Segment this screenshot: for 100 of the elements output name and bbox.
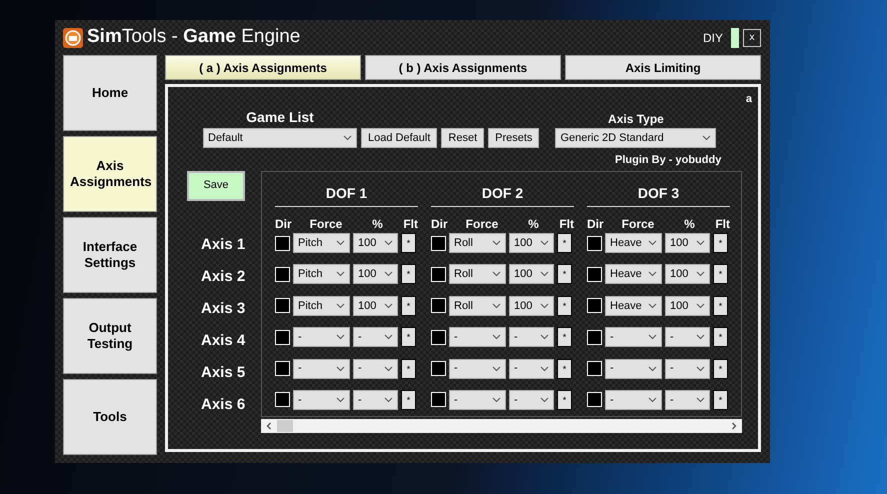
filter-button[interactable]: * — [557, 233, 572, 254]
percent-dropdown[interactable]: 100 — [665, 296, 710, 316]
game-list-dropdown[interactable]: Default — [203, 128, 357, 148]
chevron-down-icon — [336, 240, 345, 246]
percent-dropdown[interactable]: - — [665, 390, 710, 410]
force-dropdown[interactable]: Heave — [605, 264, 662, 284]
save-button[interactable]: Save — [187, 170, 245, 200]
filter-button[interactable]: * — [557, 327, 572, 348]
force-dropdown[interactable]: Heave — [605, 296, 662, 316]
checkbox[interactable] — [431, 330, 446, 345]
checkbox[interactable] — [431, 361, 446, 376]
percent-dropdown[interactable]: 100 — [665, 264, 710, 284]
filter-button[interactable]: * — [401, 327, 416, 348]
percent-dropdown[interactable]: 100 — [353, 233, 398, 254]
filter-button[interactable]: * — [557, 296, 572, 316]
checkbox[interactable] — [275, 392, 290, 408]
filter-button[interactable]: * — [401, 233, 416, 254]
close-button[interactable]: x — [743, 28, 761, 46]
column-header: Dir — [275, 216, 292, 234]
scroll-right-icon[interactable] — [730, 422, 738, 430]
checkbox[interactable] — [275, 298, 290, 314]
force-dropdown[interactable]: - — [449, 390, 506, 410]
percent-dropdown[interactable]: 100 — [665, 233, 710, 254]
checkbox[interactable] — [275, 236, 290, 251]
chevron-down-icon — [648, 240, 657, 246]
checkbox[interactable] — [587, 330, 602, 345]
force-dropdown[interactable]: Heave — [605, 233, 662, 254]
force-dropdown[interactable]: Roll — [449, 233, 506, 254]
percent-dropdown[interactable]: - — [665, 358, 710, 378]
force-dropdown[interactable]: Pitch — [293, 233, 350, 254]
sidebar-item[interactable]: Output Testing — [63, 298, 157, 374]
force-dropdown[interactable]: - — [605, 358, 662, 378]
tab[interactable]: Axis Limiting — [565, 55, 761, 80]
percent-dropdown[interactable]: 100 — [353, 296, 398, 316]
filter-button[interactable]: * — [401, 264, 416, 284]
column-header: Dir — [431, 216, 448, 234]
filter-button[interactable]: * — [557, 390, 572, 410]
sidebar-item[interactable]: Tools — [63, 379, 157, 455]
percent-dropdown[interactable]: 100 — [509, 233, 554, 254]
scroll-left-icon[interactable] — [265, 422, 273, 430]
action-button[interactable]: Presets — [488, 128, 540, 148]
percent-dropdown[interactable]: 100 — [509, 264, 554, 284]
filter-button[interactable]: * — [713, 264, 728, 284]
percent-dropdown[interactable]: 100 — [353, 264, 398, 284]
force-dropdown[interactable]: - — [449, 327, 506, 348]
checkbox[interactable] — [587, 298, 602, 314]
filter-button[interactable]: * — [401, 296, 416, 316]
checkbox[interactable] — [275, 361, 290, 376]
force-dropdown[interactable]: Roll — [449, 264, 506, 284]
percent-dropdown[interactable]: - — [509, 358, 554, 378]
filter-button[interactable]: * — [713, 327, 728, 348]
filter-button[interactable]: * — [713, 233, 728, 254]
tab[interactable]: ( b ) Axis Assignments — [365, 55, 561, 80]
checkbox[interactable] — [431, 298, 446, 314]
percent-dropdown[interactable]: - — [665, 327, 710, 348]
percent-dropdown[interactable]: - — [509, 390, 554, 410]
filter-button[interactable]: * — [557, 358, 572, 378]
checkbox[interactable] — [587, 392, 602, 408]
force-dropdown[interactable]: - — [605, 327, 662, 348]
checkbox[interactable] — [275, 266, 290, 282]
percent-dropdown[interactable]: - — [509, 327, 554, 348]
axis-label: Axis 3 — [201, 299, 246, 320]
column-header: Force — [310, 216, 342, 234]
checkbox[interactable] — [431, 266, 446, 282]
filter-button[interactable]: * — [401, 358, 416, 378]
checkbox[interactable] — [587, 361, 602, 376]
force-dropdown[interactable]: Pitch — [293, 264, 350, 284]
checkbox[interactable] — [275, 330, 290, 345]
filter-button[interactable]: * — [401, 390, 416, 410]
chevron-down-icon — [648, 302, 657, 309]
force-dropdown[interactable]: Pitch — [293, 296, 350, 316]
force-dropdown[interactable]: - — [293, 390, 350, 410]
filter-button[interactable]: * — [713, 296, 728, 316]
horizontal-scrollbar[interactable] — [261, 418, 742, 432]
column-header: Flt — [715, 216, 730, 234]
force-dropdown[interactable]: - — [605, 390, 662, 410]
checkbox[interactable] — [587, 236, 602, 251]
sidebar-item[interactable]: Axis Assignments — [63, 136, 157, 212]
sidebar-item[interactable]: Home — [63, 55, 157, 131]
force-dropdown[interactable]: - — [293, 358, 350, 378]
percent-dropdown[interactable]: - — [353, 390, 398, 410]
sidebar-item[interactable]: Interface Settings — [63, 217, 157, 293]
force-dropdown[interactable]: - — [293, 327, 350, 348]
checkbox[interactable] — [431, 236, 446, 251]
percent-dropdown[interactable]: - — [353, 327, 398, 348]
scroll-thumb[interactable] — [277, 420, 293, 432]
force-dropdown[interactable]: - — [449, 358, 506, 378]
percent-dropdown[interactable]: - — [353, 358, 398, 378]
action-button[interactable]: Reset — [441, 128, 484, 148]
filter-button[interactable]: * — [713, 358, 728, 378]
axis-label: Axis 2 — [201, 267, 246, 288]
percent-dropdown[interactable]: 100 — [509, 296, 554, 316]
filter-button[interactable]: * — [557, 264, 572, 284]
force-dropdown[interactable]: Roll — [449, 296, 506, 316]
checkbox[interactable] — [587, 266, 602, 282]
checkbox[interactable] — [431, 392, 446, 408]
action-button[interactable]: Load Default — [361, 128, 438, 148]
tab[interactable]: ( a ) Axis Assignments — [165, 55, 361, 80]
filter-button[interactable]: * — [713, 390, 728, 410]
axis-type-dropdown[interactable]: Generic 2D Standard — [555, 128, 716, 148]
